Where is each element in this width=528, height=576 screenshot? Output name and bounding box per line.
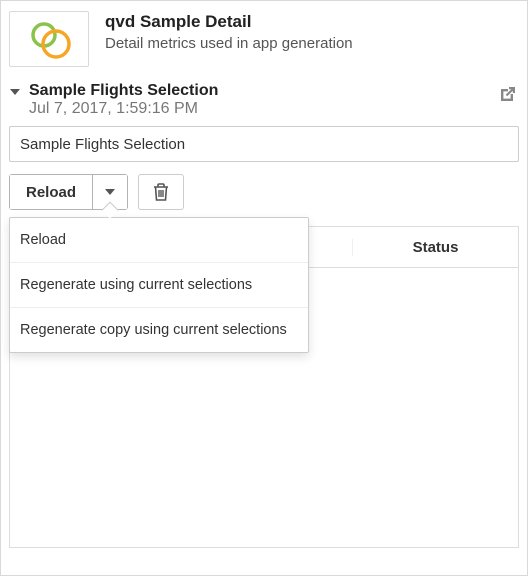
detail-panel: qvd Sample Detail Detail metrics used in… <box>0 0 528 576</box>
delete-button[interactable] <box>138 174 184 210</box>
trash-icon <box>152 182 170 202</box>
menu-item-regenerate[interactable]: Regenerate using current selections <box>10 263 308 308</box>
chevron-down-icon <box>104 186 116 198</box>
section-date: Jul 7, 2017, 1:59:16 PM <box>29 100 519 118</box>
collapse-toggle[interactable] <box>9 81 25 101</box>
action-bar: Reload Reload Regenerate using current s… <box>9 174 519 210</box>
table-col-status: Status <box>352 239 518 256</box>
menu-item-reload[interactable]: Reload <box>10 218 308 263</box>
section-title: Sample Flights Selection <box>29 81 519 100</box>
name-input[interactable] <box>9 126 519 162</box>
reload-menu: Reload Regenerate using current selectio… <box>9 217 309 353</box>
app-subtitle: Detail metrics used in app generation <box>105 35 353 52</box>
section-header: Sample Flights Selection Jul 7, 2017, 1:… <box>9 79 519 126</box>
chevron-down-icon <box>9 86 21 98</box>
reload-menu-toggle[interactable] <box>93 175 127 209</box>
app-header: qvd Sample Detail Detail metrics used in… <box>9 9 519 79</box>
app-title: qvd Sample Detail <box>105 11 353 33</box>
menu-item-regenerate-copy[interactable]: Regenerate copy using current selections <box>10 308 308 352</box>
reload-button[interactable]: Reload <box>10 175 93 209</box>
circles-icon <box>26 19 72 59</box>
open-new-icon <box>497 85 517 105</box>
open-new-button[interactable] <box>493 81 521 112</box>
app-icon <box>9 11 89 67</box>
reload-split-button: Reload Reload Regenerate using current s… <box>9 174 128 210</box>
